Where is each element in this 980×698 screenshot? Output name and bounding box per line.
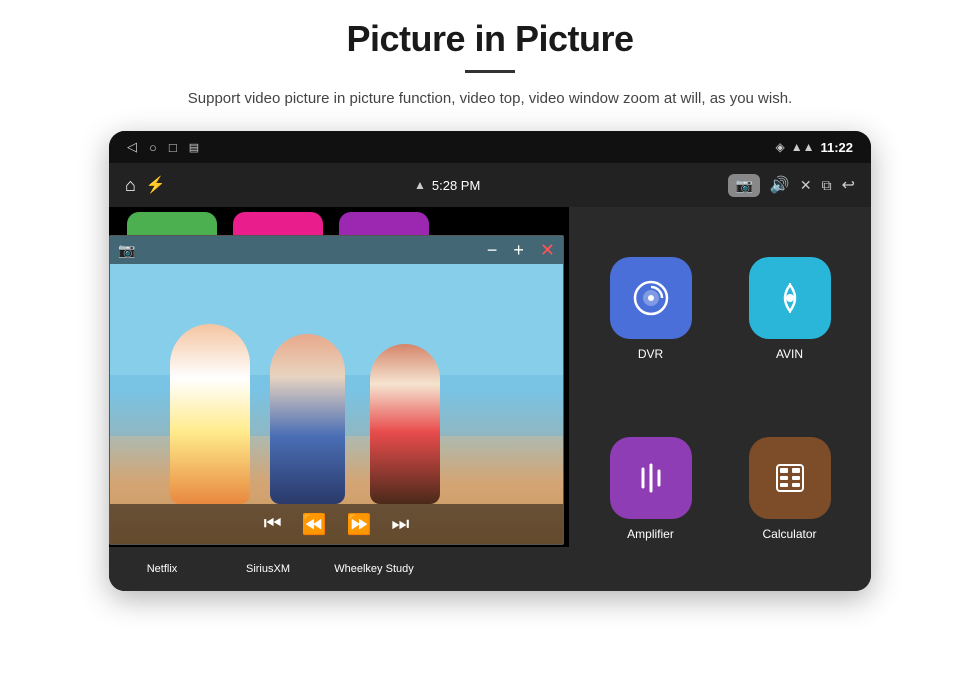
netflix-label: Netflix xyxy=(117,563,207,575)
avin-icon xyxy=(749,257,831,339)
device-frame: ◁ ○ □ ▤ ◈ ▲▲ 11:22 ⌂ ⚡ ▲ 5:28 PM 📷 xyxy=(109,131,871,591)
pip-plus-button[interactable]: + xyxy=(513,240,524,261)
video-content xyxy=(110,236,563,544)
app-bar-left: ⌂ ⚡ xyxy=(125,175,166,196)
siriusxm-label: SiriusXM xyxy=(223,563,313,575)
wifi-bar-icon: ▲ xyxy=(414,178,426,192)
forward-button[interactable]: ⏭ xyxy=(391,513,409,536)
recent-nav-icon[interactable]: □ xyxy=(169,140,177,155)
title-underline xyxy=(465,70,515,73)
home-nav-icon[interactable]: ○ xyxy=(149,140,157,155)
app-bar-right: 📷 🔊 ✕ ⧉ ↩ xyxy=(728,174,855,197)
pip-close-button[interactable]: ✕ xyxy=(540,240,555,261)
amplifier-icon xyxy=(610,437,692,519)
pip-minus-button[interactable]: − xyxy=(487,240,498,261)
video-person-1 xyxy=(170,324,250,504)
home-icon[interactable]: ⌂ xyxy=(125,175,136,196)
app-labels-row: Netflix SiriusXM Wheelkey Study xyxy=(109,547,569,591)
close-icon[interactable]: ✕ xyxy=(800,177,812,194)
pip-controls-bottom: ⏮ ⏪ ⏩ ⏭ xyxy=(110,504,563,544)
back-icon[interactable]: ↩ xyxy=(842,175,855,195)
pip-camera-icon: 📷 xyxy=(118,242,135,259)
page-subtitle: Support video picture in picture functio… xyxy=(188,87,792,111)
page-wrapper: Picture in Picture Support video picture… xyxy=(0,0,980,698)
pip-icon[interactable]: ⧉ xyxy=(822,177,832,194)
pip-window[interactable]: 📷 − + ✕ xyxy=(109,235,564,545)
dvr-icon xyxy=(610,257,692,339)
calculator-icon xyxy=(749,437,831,519)
app-bar-center: ▲ 5:28 PM xyxy=(414,178,480,193)
android-status-bar: ◁ ○ □ ▤ ◈ ▲▲ 11:22 xyxy=(109,131,871,163)
location-icon: ◈ xyxy=(775,140,784,154)
page-title: Picture in Picture xyxy=(346,18,633,60)
avin-app-item[interactable]: AVIN xyxy=(728,227,851,391)
video-person-2 xyxy=(270,334,345,504)
prev-frame-button[interactable]: ⏪ xyxy=(302,512,327,537)
status-time: 11:22 xyxy=(820,140,853,155)
calculator-label: Calculator xyxy=(762,527,816,541)
calculator-app-item[interactable]: Calculator xyxy=(728,407,851,571)
camera-button[interactable]: 📷 xyxy=(728,174,759,197)
wheelkey-label: Wheelkey Study xyxy=(329,563,419,575)
app-grid-section: DVR AVIN xyxy=(569,207,871,591)
pip-controls-top: − + ✕ xyxy=(487,240,555,261)
pip-top-bar: − + ✕ xyxy=(110,236,563,264)
amplifier-app-item[interactable]: Amplifier xyxy=(589,407,712,571)
volume-icon[interactable]: 🔊 xyxy=(770,175,790,195)
rewind-button[interactable]: ⏮ xyxy=(264,513,282,536)
video-person-3 xyxy=(370,344,440,504)
app-time: 5:28 PM xyxy=(432,178,480,193)
dvr-label: DVR xyxy=(638,347,663,361)
app-bar: ⌂ ⚡ ▲ 5:28 PM 📷 🔊 ✕ ⧉ ↩ xyxy=(109,163,871,207)
dvr-app-item[interactable]: DVR xyxy=(589,227,712,391)
video-section: 📷 − + ✕ xyxy=(109,207,569,591)
next-frame-button[interactable]: ⏩ xyxy=(347,512,372,537)
status-bar-left: ◁ ○ □ ▤ xyxy=(127,139,199,155)
usb-icon: ⚡ xyxy=(146,175,166,195)
back-nav-icon[interactable]: ◁ xyxy=(127,139,137,155)
device-content: 📷 − + ✕ xyxy=(109,207,871,591)
menu-nav-icon[interactable]: ▤ xyxy=(189,141,199,154)
status-bar-right: ◈ ▲▲ 11:22 xyxy=(775,140,853,155)
avin-label: AVIN xyxy=(776,347,803,361)
amplifier-label: Amplifier xyxy=(627,527,674,541)
wifi-icon: ▲▲ xyxy=(791,140,815,154)
